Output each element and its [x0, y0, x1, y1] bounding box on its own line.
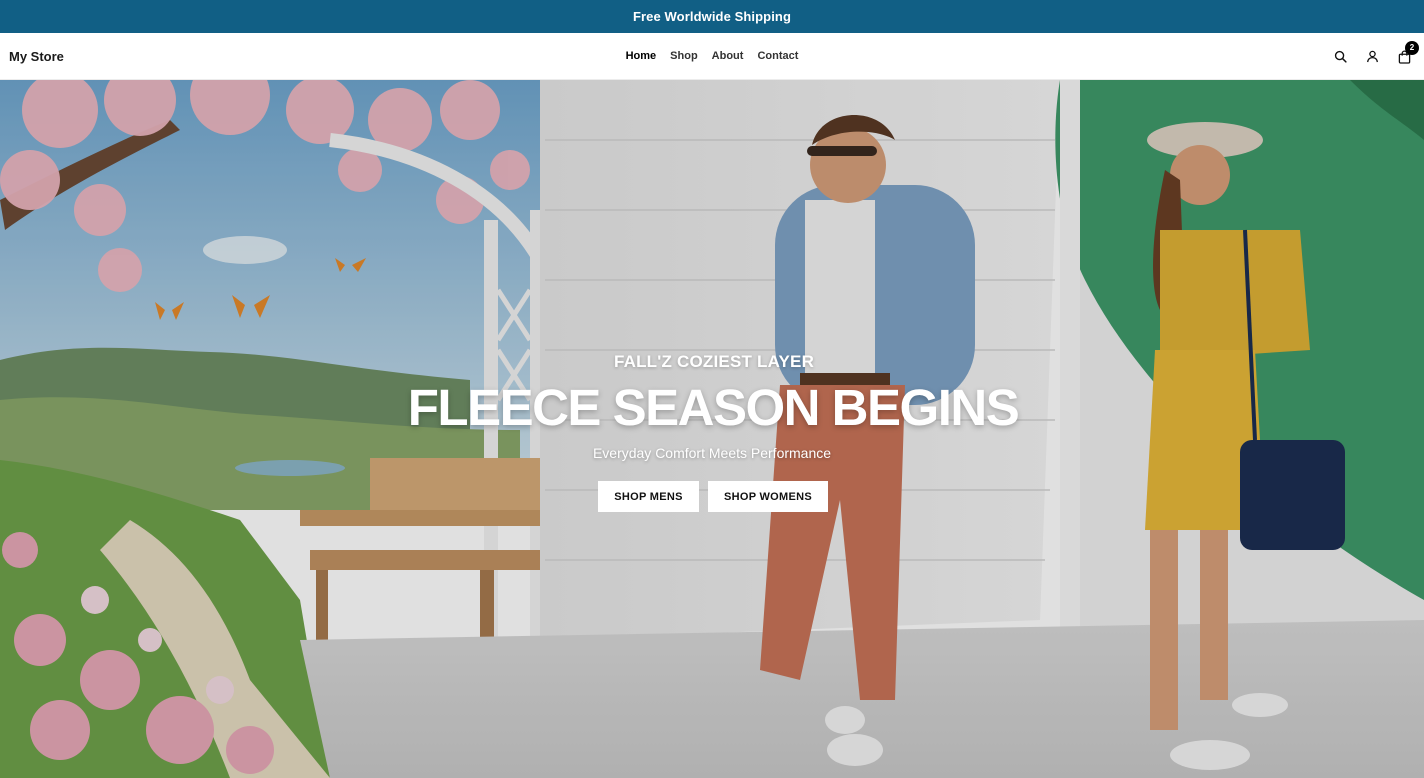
store-logo[interactable]: My Store	[9, 49, 64, 64]
nav-contact[interactable]: Contact	[757, 50, 798, 62]
site-header: My Store Home Shop About Contact 2	[0, 33, 1424, 80]
hero-eyebrow: FALL'Z COZIEST LAYER	[613, 352, 815, 371]
shop-womens-button[interactable]: SHOP WOMENS	[708, 481, 828, 512]
search-icon[interactable]	[1332, 49, 1348, 65]
hero-banner: FALL'Z COZIEST LAYER FLEECE SEASON BEGIN…	[0, 80, 1424, 778]
cart-count-badge: 2	[1405, 40, 1419, 55]
nav-home[interactable]: Home	[626, 50, 657, 62]
hero-subhead: Everyday Comfort Meets Performance	[592, 445, 832, 461]
hero-cta-row: SHOP MENS SHOP WOMENS	[2, 481, 1424, 512]
main-nav: Home Shop About Contact	[592, 50, 832, 62]
shop-mens-button[interactable]: SHOP MENS	[598, 481, 699, 512]
nav-about[interactable]: About	[712, 50, 744, 62]
announcement-text: Free Worldwide Shipping	[632, 9, 792, 24]
nav-shop[interactable]: Shop	[670, 50, 698, 62]
announcement-bar: Free Worldwide Shipping	[0, 0, 1424, 33]
hero-content: FALL'Z COZIEST LAYER FLEECE SEASON BEGIN…	[0, 352, 1424, 512]
cart-icon[interactable]: 2	[1396, 40, 1419, 65]
account-icon[interactable]	[1364, 49, 1380, 65]
hero-headline: FLEECE SEASON BEGINS	[407, 379, 1020, 436]
header-actions: 2	[1332, 33, 1419, 80]
